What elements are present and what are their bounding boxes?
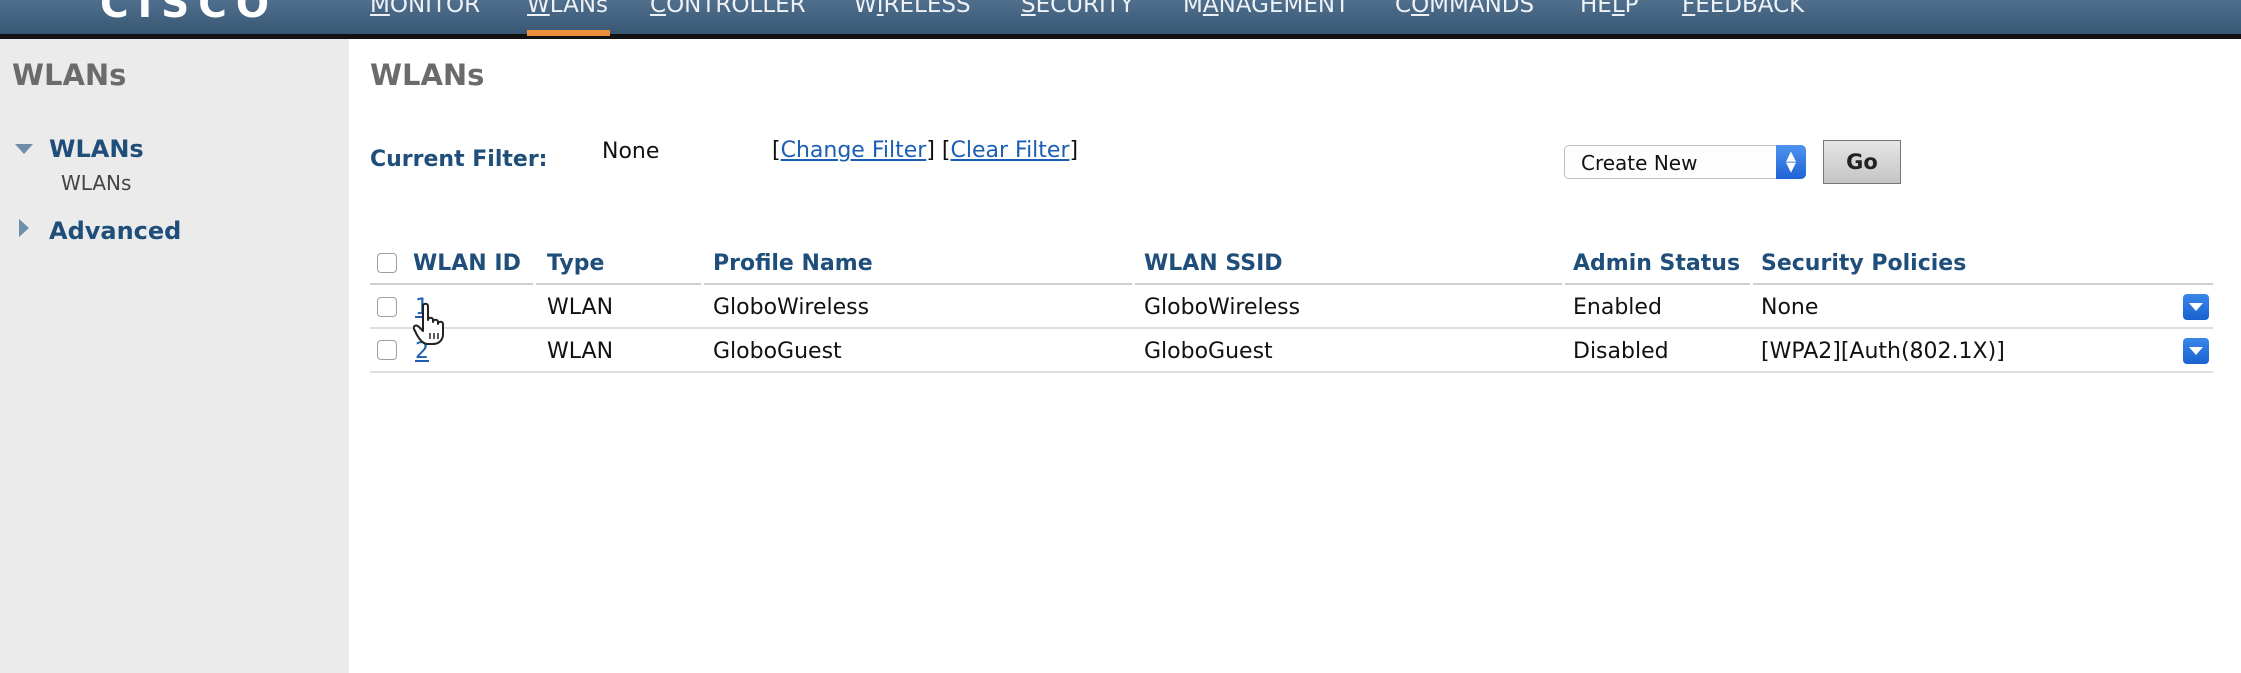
row-actions-dropdown[interactable] [2183, 294, 2209, 320]
column-header-admin-status[interactable]: Admin Status [1573, 251, 1740, 276]
select-all-checkbox[interactable] [377, 253, 397, 273]
admin-status: Enabled [1573, 295, 1662, 320]
go-button[interactable]: Go [1823, 140, 1901, 184]
cisco-logo: CISCO [100, 0, 278, 27]
column-separator [1562, 283, 1565, 285]
sidebar-section-wlans[interactable]: WLANs [49, 135, 144, 163]
nav-wlans[interactable]: WLANs [527, 0, 611, 36]
expanded-triangle-icon[interactable] [15, 144, 33, 154]
wlan-type: WLAN [547, 295, 614, 320]
column-header-security-policies[interactable]: Security Policies [1761, 251, 1966, 276]
profile-name: GloboWireless [713, 295, 870, 320]
change-filter-link[interactable]: Change Filter [781, 138, 927, 163]
wlan-ssid: GloboWireless [1144, 295, 1301, 320]
page-title: WLANs [370, 58, 485, 92]
clear-filter-link[interactable]: Clear Filter [950, 138, 1069, 163]
nav-help[interactable]: HELP [1580, 0, 1639, 30]
filter-actions: [Change Filter] [Clear Filter] [772, 138, 1079, 163]
profile-name: GloboGuest [713, 339, 842, 364]
column-header-type[interactable]: Type [547, 251, 604, 276]
row-divider [370, 371, 2213, 373]
sidebar: WLANs WLANs WLANs Advanced [0, 39, 349, 673]
nav-monitor[interactable]: MONITOR [370, 0, 480, 30]
collapsed-triangle-icon[interactable] [19, 219, 29, 237]
column-separator [1750, 283, 1753, 285]
nav-management[interactable]: MANAGEMENT [1183, 0, 1349, 30]
table-header-divider [370, 283, 2213, 285]
current-filter-label: Current Filter: [370, 147, 548, 172]
select-arrows-icon: ▲ ▼ [1776, 145, 1806, 179]
row-actions-dropdown[interactable] [2183, 338, 2209, 364]
wlan-ssid: GloboGuest [1144, 339, 1273, 364]
security-policies: [WPA2][Auth(802.1X)] [1761, 339, 2005, 364]
sidebar-section-advanced[interactable]: Advanced [49, 217, 181, 245]
hand-pointer-icon [413, 302, 444, 345]
row-divider [370, 327, 2213, 329]
top-navigation-bar: CISCO MONITOR WLANs CONTROLLER WIRELESS … [0, 0, 2241, 39]
security-policies: None [1761, 295, 1819, 320]
nav-controller[interactable]: CONTROLLER [650, 0, 806, 30]
sidebar-title: WLANs [12, 58, 127, 92]
wlan-type: WLAN [547, 339, 614, 364]
row-checkbox[interactable] [377, 340, 397, 360]
nav-commands[interactable]: COMMANDS [1395, 0, 1534, 30]
current-filter-value: None [602, 139, 660, 164]
nav-security[interactable]: SECURITY [1021, 0, 1134, 30]
column-separator [533, 283, 536, 285]
create-new-select[interactable]: Create New ▲ ▼ [1564, 145, 1806, 179]
admin-status: Disabled [1573, 339, 1669, 364]
column-separator [1132, 283, 1135, 285]
nav-wireless[interactable]: WIRELESS [854, 0, 971, 30]
column-separator [701, 283, 704, 285]
column-header-wlan-ssid[interactable]: WLAN SSID [1144, 251, 1283, 276]
create-new-select-value: Create New [1581, 151, 1698, 175]
row-checkbox[interactable] [377, 297, 397, 317]
column-header-profile-name[interactable]: Profile Name [713, 251, 873, 276]
sidebar-item-wlans[interactable]: WLANs [61, 171, 131, 195]
column-header-wlan-id[interactable]: WLAN ID [413, 251, 521, 276]
nav-feedback[interactable]: FEEDBACK [1682, 0, 1804, 30]
